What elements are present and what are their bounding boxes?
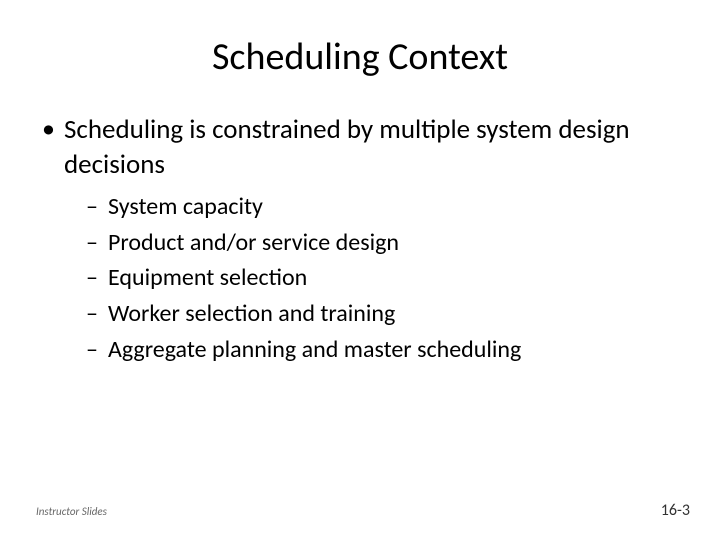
slide-number: 16-3: [661, 501, 690, 520]
list-item: Equipment selection: [86, 261, 684, 295]
slide-content: Scheduling is constrained by multiple sy…: [36, 112, 684, 366]
bullet-text: Scheduling is constrained by multiple sy…: [64, 113, 630, 181]
sub-bullet-text: System capacity: [108, 192, 263, 221]
list-item: Worker selection and training: [86, 297, 684, 331]
sub-bullet-text: Aggregate planning and master scheduling: [108, 335, 521, 364]
list-item: Aggregate planning and master scheduling: [86, 333, 684, 367]
list-item: Scheduling is constrained by multiple sy…: [36, 112, 684, 366]
slide-title: Scheduling Context: [36, 34, 684, 80]
sub-bullet-text: Worker selection and training: [108, 299, 395, 328]
sub-bullet-list: System capacity Product and/or service d…: [86, 190, 684, 366]
bullet-list: Scheduling is constrained by multiple sy…: [36, 112, 684, 366]
sub-bullet-text: Equipment selection: [108, 263, 307, 292]
sub-bullet-text: Product and/or service design: [108, 228, 399, 257]
list-item: Product and/or service design: [86, 226, 684, 260]
list-item: System capacity: [86, 190, 684, 224]
slide: Scheduling Context Scheduling is constra…: [0, 0, 720, 540]
footer-left: Instructor Slides: [36, 505, 107, 518]
